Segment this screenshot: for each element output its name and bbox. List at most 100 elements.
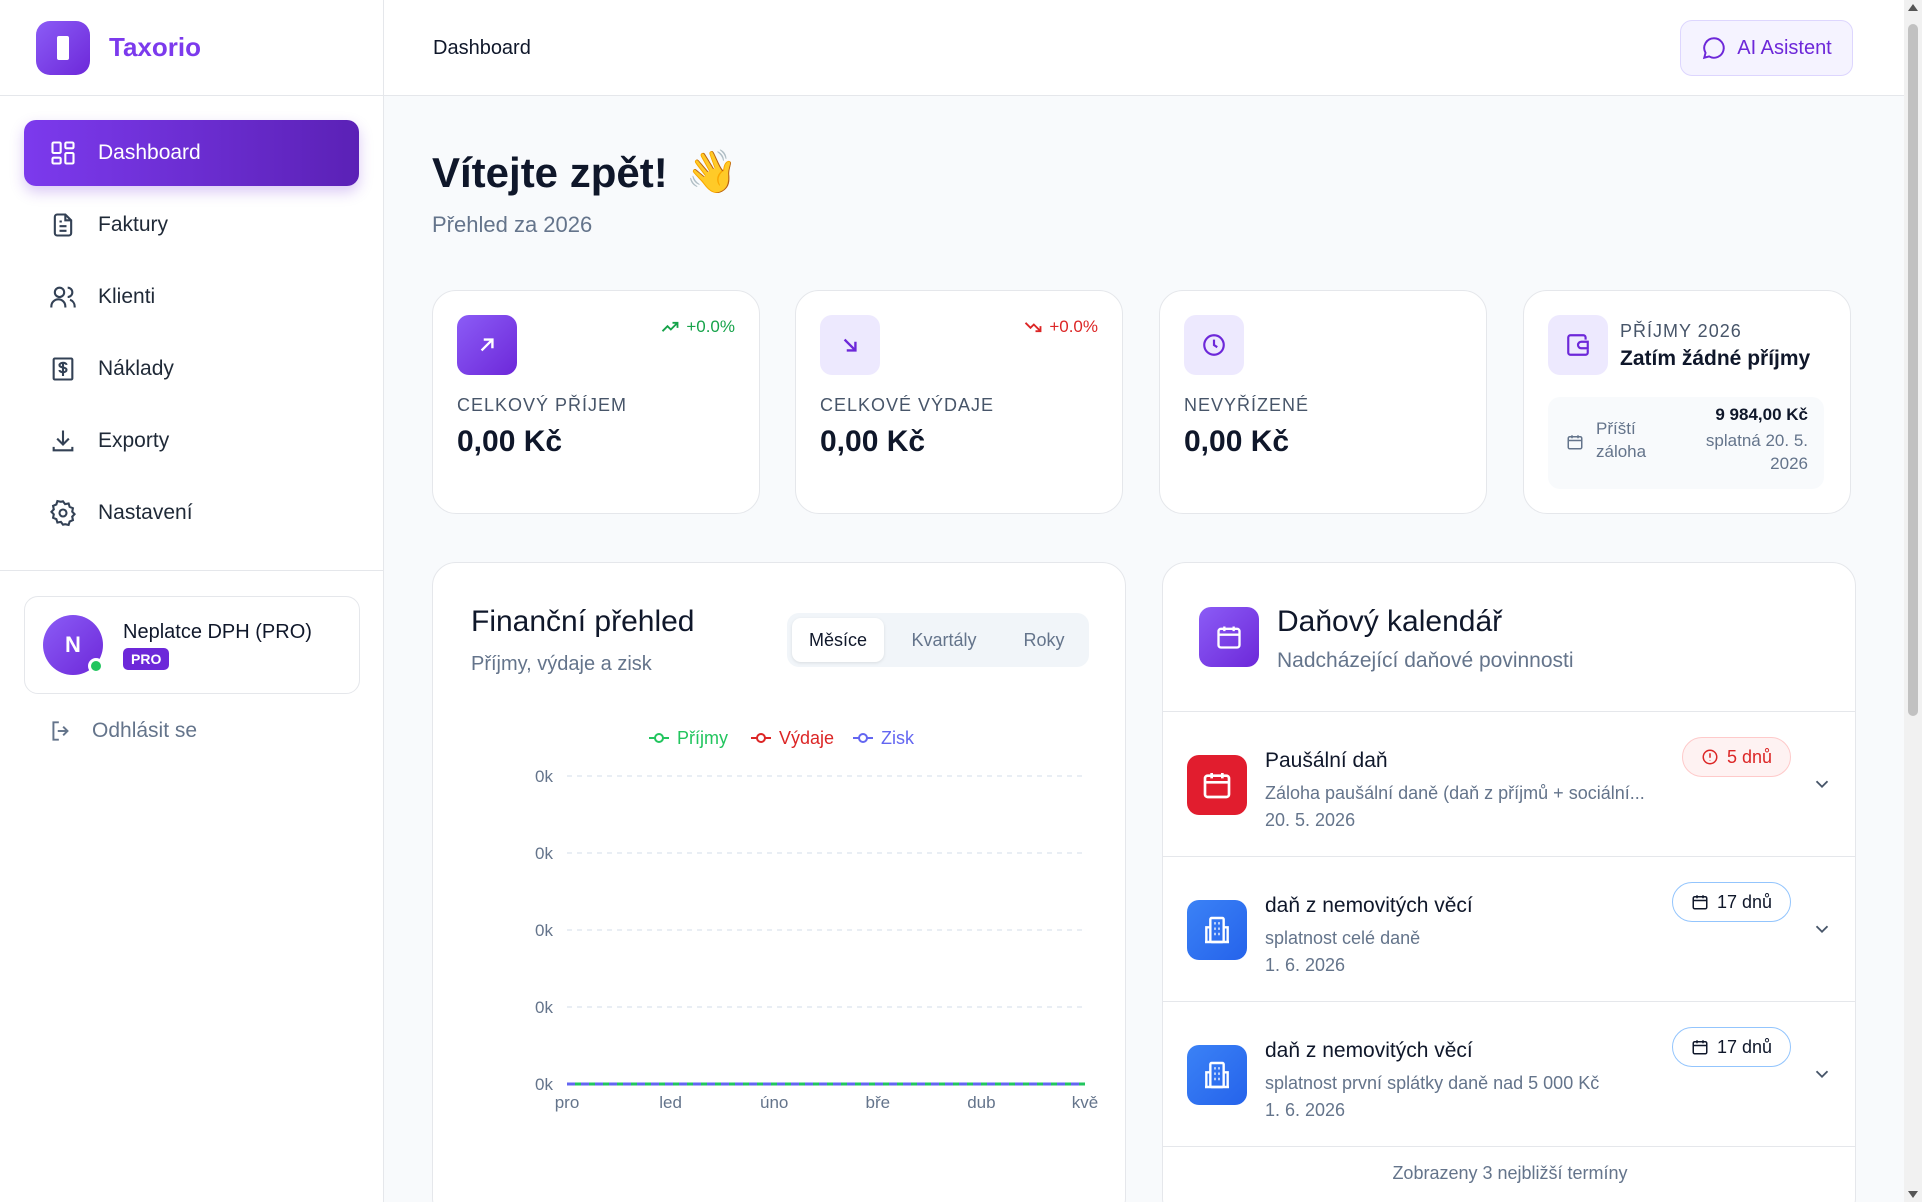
legend-marker (756, 733, 766, 743)
logout-button[interactable]: Odhlásit se (48, 718, 197, 744)
wallet-icon (1548, 315, 1608, 375)
y-tick-label: 0k (535, 844, 553, 863)
next-payment-label: Příští záloha (1596, 419, 1647, 461)
sidebar-item-klienti[interactable]: Klienti (24, 264, 359, 330)
topbar: Dashboard AI Asistent (384, 0, 1904, 96)
stat-label: CELKOVÉ VÝDAJE (820, 395, 995, 415)
calendar-icon (1692, 1040, 1708, 1055)
divider (1163, 1146, 1855, 1147)
tax-calendar-card: Daňový kalendář Nadcházející daňové povi… (1162, 562, 1856, 1202)
tax-deadline-row[interactable]: Paušální daň Záloha paušální daně (daň z… (1163, 711, 1855, 856)
user-info: Neplatce DPH (PRO) PRO (123, 621, 312, 670)
building-icon (1187, 1045, 1247, 1105)
x-tick-label: kvě (1072, 1093, 1098, 1112)
x-tick-label: bře (866, 1093, 891, 1112)
stat-label: CELKOVÝ PŘÍJEM (457, 395, 628, 415)
brand-name: Taxorio (109, 32, 201, 62)
chevron-down-icon[interactable] (1811, 1063, 1833, 1085)
welcome-heading: Vítejte zpět! 👋 (432, 148, 738, 197)
stat-card-pending[interactable]: NEVYŘÍZENÉ 0,00 Kč (1159, 290, 1487, 514)
stat-card-income[interactable]: +0.0% CELKOVÝ PŘÍJEM 0,00 Kč (432, 290, 760, 514)
tax-name: daň z nemovitých věcí (1265, 894, 1473, 917)
scroll-up-arrow-icon[interactable] (1908, 4, 1918, 11)
logout-icon (52, 721, 69, 741)
sidebar-item-faktury[interactable]: Faktury (24, 192, 359, 258)
next-payment-box: Příští záloha 9 984,00 Kč splatná 20. 5.… (1548, 397, 1824, 489)
scroll-down-arrow-icon[interactable] (1908, 1191, 1918, 1198)
alert-circle-icon (1702, 749, 1718, 765)
sidebar-item-exporty[interactable]: Exporty (24, 408, 359, 474)
tax-deadline-row[interactable]: daň z nemovitých věcí splatnost první sp… (1163, 1001, 1855, 1146)
calendar-icon (1567, 435, 1583, 450)
brand-logo-icon (36, 20, 90, 75)
sidebar-item-naklady[interactable]: Náklady (24, 336, 359, 402)
brand[interactable]: Taxorio (0, 0, 383, 96)
tax-date: 20. 5. 2026 (1265, 810, 1356, 830)
y-tick-label: 0k (535, 998, 553, 1017)
line-chart: 0k0k0k0k0kpro led úno bře dub kvěPříjmy Výdaje… (535, 728, 1098, 1112)
app-window: Taxorio Dashboard Faktury Klienti Náklad… (0, 0, 1922, 1202)
tax-description: splatnost první splátky daně nad 5 000 K… (1265, 1073, 1600, 1093)
days-left-text: 5 dnů (1726, 746, 1772, 767)
y-tick-label: 0k (535, 1075, 553, 1094)
calendar-icon (1692, 895, 1708, 910)
days-left-text: 17 dnů (1716, 1036, 1772, 1057)
trending-down-icon (1025, 322, 1042, 333)
x-tick-label: úno (760, 1093, 788, 1112)
sidebar-item-label: Klienti (98, 285, 156, 308)
chevron-down-icon[interactable] (1811, 918, 1833, 940)
sidebar-item-label: Dashboard (98, 141, 201, 164)
days-left-text: 17 dnů (1716, 891, 1772, 912)
tax-description: Záloha paušální daně (daň z příjmů + soc… (1265, 783, 1645, 803)
legend-marker (654, 733, 664, 743)
legend-label: Zisk (881, 728, 915, 748)
next-payment-date: splatná 20. 5. 2026 (1705, 431, 1808, 473)
days-left-badge: 5 dnů (1681, 737, 1791, 777)
calendar-icon (1187, 755, 1247, 815)
y-tick-label: 0k (535, 767, 553, 786)
income-card[interactable]: PŘÍJMY 2026 Zatím žádné příjmy Příští zá… (1523, 290, 1851, 514)
download-icon (48, 426, 78, 456)
sidebar-item-dashboard[interactable]: Dashboard (24, 120, 359, 186)
arrow-down-right-icon (820, 315, 880, 375)
tax-name: daň z nemovitých věcí (1265, 1039, 1473, 1062)
sidebar-item-label: Faktury (98, 213, 169, 236)
calendar-subtitle: Nadcházející daňové povinnosti (1277, 649, 1574, 672)
legend-label: Výdaje (779, 728, 834, 748)
tax-date: 1. 6. 2026 (1265, 1100, 1346, 1120)
tax-name: Paušální daň (1265, 749, 1388, 772)
sidebar-nav: Dashboard Faktury Klienti Náklady Export… (0, 96, 383, 546)
stat-label: NEVYŘÍZENÉ (1184, 395, 1310, 415)
clock-icon (1184, 315, 1244, 375)
sidebar-item-label: Exporty (98, 429, 170, 452)
tax-description: splatnost celé daně (1265, 928, 1421, 948)
sidebar-item-nastaveni[interactable]: Nastavení (24, 480, 359, 546)
pro-badge: PRO (123, 647, 170, 670)
chevron-down-icon[interactable] (1811, 773, 1833, 795)
arrow-up-right-icon (457, 315, 517, 375)
sidebar-item-label: Náklady (98, 357, 174, 380)
ai-assistant-button[interactable]: AI Asistent (1680, 20, 1853, 76)
y-tick-label: 0k (535, 921, 553, 940)
sidebar: Taxorio Dashboard Faktury Klienti Náklad… (0, 0, 384, 1202)
user-card[interactable]: N Neplatce DPH (PRO) PRO (24, 596, 360, 694)
stat-value: 0,00 Kč (457, 425, 563, 458)
online-status-dot (88, 658, 104, 674)
tax-date: 1. 6. 2026 (1265, 955, 1346, 975)
users-icon (48, 282, 78, 312)
document-icon (48, 210, 78, 240)
chat-icon (1703, 37, 1725, 60)
trending-up-icon (662, 321, 679, 332)
income-title: Zatím žádné příjmy (1620, 347, 1811, 370)
user-name: Neplatce DPH (PRO) (123, 620, 312, 643)
income-label: PŘÍJMY 2026 (1620, 321, 1742, 341)
trend-indicator: +0.0% (1023, 317, 1098, 337)
logout-label: Odhlásit se (92, 719, 198, 742)
next-payment-amount: 9 984,00 Kč (1715, 405, 1808, 424)
scroll-thumb[interactable] (1908, 24, 1918, 716)
page-title: Dashboard (433, 37, 531, 59)
stat-card-expenses[interactable]: +0.0% CELKOVÉ VÝDAJE 0,00 Kč (795, 290, 1123, 514)
page-scrollbar[interactable] (1904, 0, 1922, 1202)
days-left-badge: 17 dnů (1671, 1027, 1791, 1067)
tax-deadline-row[interactable]: daň z nemovitých věcí splatnost celé dan… (1163, 856, 1855, 1001)
